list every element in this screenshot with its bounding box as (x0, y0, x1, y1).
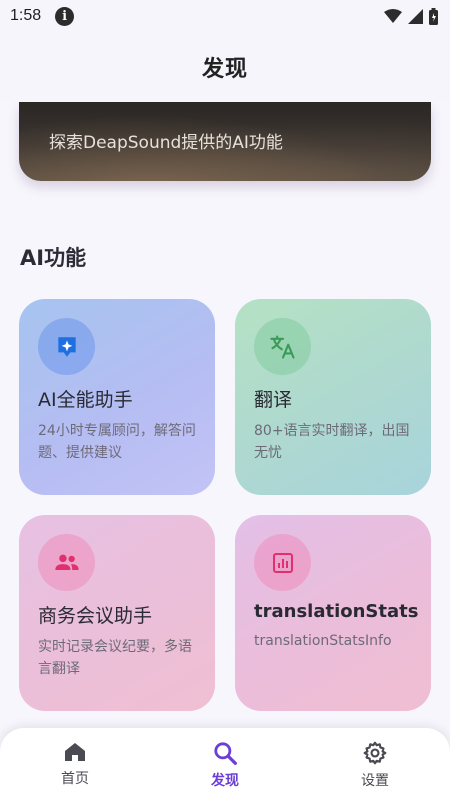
card-description: 80+语言实时翻译，出国无忧 (254, 423, 410, 461)
banner-text: 探索DeapSound提供的AI功能 (49, 133, 283, 153)
discover-content[interactable]: 探索DeapSound提供的AI功能 AI功能 AI全能助手 24小时专属顾问，… (0, 102, 450, 730)
card-description: 实时记录会议纪要，多语言翻译 (38, 639, 192, 677)
gear-icon (363, 741, 387, 765)
card-title: AI全能助手 (38, 389, 133, 411)
card-translate[interactable]: 翻译 80+语言实时翻译，出国无忧 (235, 299, 431, 495)
status-icons (384, 7, 438, 25)
info-icon: i (55, 6, 75, 26)
people-icon (38, 534, 95, 591)
wifi-icon (384, 9, 402, 23)
card-description: 24小时专属顾问，解答问题、提供建议 (38, 423, 196, 461)
page-title: 发现 (201, 57, 248, 82)
app-bar: 发现 (0, 32, 450, 102)
card-description: translationStatsInfo (254, 633, 392, 649)
search-icon (214, 742, 237, 765)
translate-icon (254, 318, 311, 375)
nav-label-settings: 设置 (361, 773, 389, 789)
card-title: 商务会议助手 (38, 605, 153, 627)
section-title: AI功能 (20, 246, 87, 270)
card-ai-assistant[interactable]: AI全能助手 24小时专属顾问，解答问题、提供建议 (19, 299, 215, 495)
home-icon (65, 743, 85, 761)
nav-item-home[interactable]: 首页 (0, 728, 150, 800)
nav-label-home: 首页 (61, 771, 89, 787)
nav-label-discover: 发现 (211, 773, 239, 789)
feature-banner[interactable]: 探索DeapSound提供的AI功能 (19, 102, 431, 181)
stats-icon (254, 534, 311, 591)
card-title: translationStats (254, 601, 419, 622)
card-meeting-assistant[interactable]: 商务会议助手 实时记录会议纪要，多语言翻译 (19, 515, 215, 711)
bottom-nav: 首页 发现 设置 (0, 728, 450, 800)
card-title: 翻译 (254, 389, 293, 411)
status-time: 1:58 (10, 7, 42, 24)
sparkle-chat-icon (38, 318, 95, 375)
status-bar: 1:58 i (0, 0, 450, 32)
card-translation-stats[interactable]: translationStats translationStatsInfo (235, 515, 431, 711)
battery-icon (429, 7, 438, 25)
nav-item-discover[interactable]: 发现 (150, 728, 300, 800)
signal-icon (408, 8, 423, 24)
nav-item-settings[interactable]: 设置 (300, 728, 450, 800)
